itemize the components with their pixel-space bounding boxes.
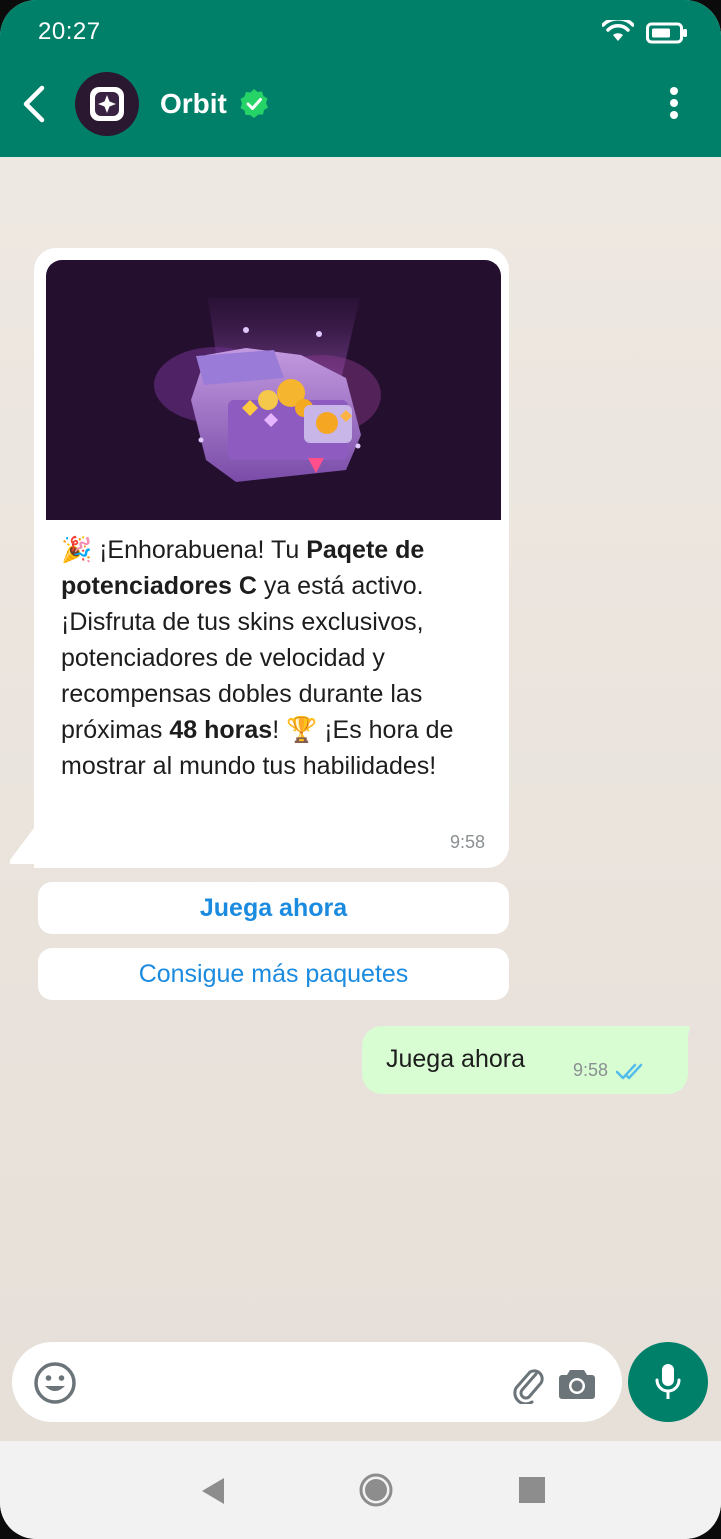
get-more-packs-button[interactable]: Consigue más paquetes [38, 948, 509, 1000]
microphone-button[interactable] [628, 1342, 708, 1422]
verified-badge-icon [238, 88, 270, 125]
avatar[interactable] [75, 72, 139, 136]
message-text-bold: 48 horas [169, 716, 273, 744]
sent-message-text: Juega ahora [386, 1045, 526, 1073]
microphone-icon [655, 1364, 681, 1399]
phone-screen: 20:27 Orbit 🎉 ¡Enhorabuena! Tu Paqete de… [0, 0, 721, 1539]
trophy-emoji: 🏆 [286, 716, 318, 744]
wifi-icon [601, 17, 635, 47]
received-message-time: 9:58 [450, 832, 486, 852]
battery-icon [646, 22, 688, 49]
read-receipt-icon [615, 1062, 651, 1087]
emoji-icon[interactable] [32, 1360, 78, 1411]
nav-back-icon[interactable] [200, 1476, 226, 1511]
camera-icon[interactable] [558, 1366, 596, 1405]
party-emoji: 🎉 [61, 536, 93, 564]
chat-header: 20:27 Orbit [0, 0, 721, 157]
message-text-part: ¡Enhorabuena! Tu [99, 536, 307, 564]
status-time: 20:27 [38, 18, 101, 45]
back-button[interactable] [18, 84, 54, 124]
sent-message-time: 9:58 [573, 1060, 609, 1080]
orbit-logo-icon [90, 87, 124, 121]
nav-home-icon[interactable] [359, 1473, 393, 1512]
message-text: 🎉 ¡Enhorabuena! Tu Paqete de potenciador… [61, 532, 501, 784]
more-options-button[interactable] [662, 86, 686, 122]
chevron-left-icon [23, 85, 45, 123]
message-text-part: ! [272, 716, 287, 744]
message-image[interactable] [46, 260, 501, 520]
contact-name[interactable]: Orbit [160, 88, 227, 120]
play-now-button[interactable]: Juega ahora [38, 882, 509, 934]
more-vertical-icon [670, 87, 678, 119]
status-bar: 20:27 [0, 0, 721, 60]
paperclip-icon[interactable] [508, 1364, 546, 1409]
nav-recents-icon[interactable] [519, 1477, 545, 1508]
